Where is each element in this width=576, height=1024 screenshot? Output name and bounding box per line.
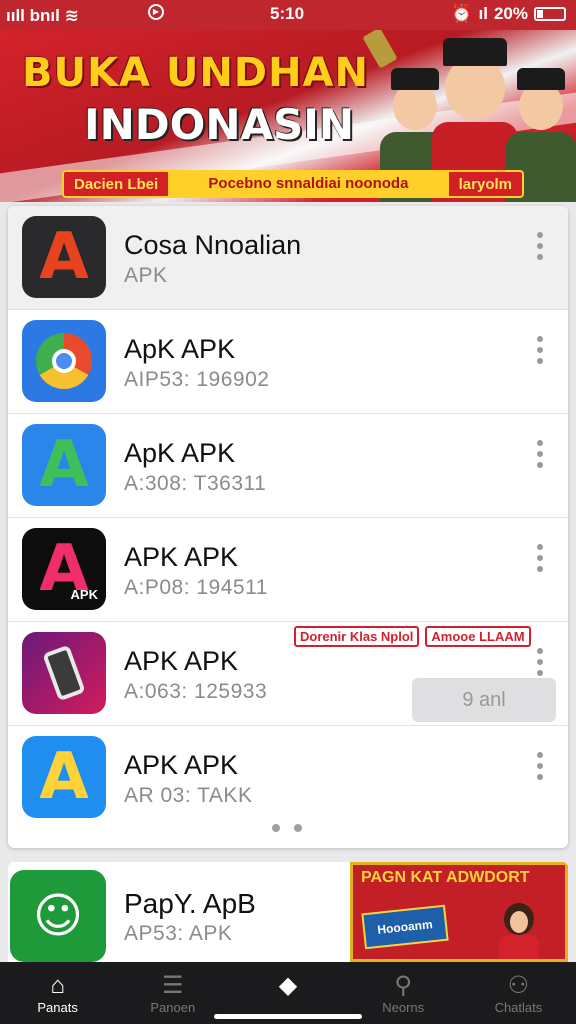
battery-percent: 20% xyxy=(493,4,528,23)
phone-icon xyxy=(22,632,106,714)
featured-title: PapY. ApB xyxy=(124,888,256,919)
home-icon: ⌂ xyxy=(50,972,65,999)
tag-chip[interactable]: Amooe LLAAM xyxy=(425,626,531,647)
banner-headline: BUKA UNDHAN xyxy=(22,50,369,96)
nav-label: Panoen xyxy=(150,1000,196,1015)
promo-thumbnail[interactable]: PAGN KAT ADWDORT Hoooanm xyxy=(350,862,568,962)
ribbon-middle: Pocebno snnaldiai noonoda xyxy=(168,172,449,196)
apk-badge: APK xyxy=(70,587,98,602)
a-green-icon: A xyxy=(22,424,106,506)
nav-profile[interactable]: ⚇ Chatlats xyxy=(461,962,576,1024)
more-options-icon[interactable] xyxy=(536,752,544,780)
mascot-app-icon: ☺ xyxy=(10,870,106,962)
list-item[interactable]: A ApK APK A:308: T36311 xyxy=(8,414,568,518)
app-title: APK APK xyxy=(124,750,239,780)
list-icon: ☰ xyxy=(162,972,184,999)
list-item[interactable]: A Cosa Nnoalian APK xyxy=(8,206,568,310)
nav-list[interactable]: ☰ Panoen xyxy=(115,962,230,1024)
girl-illustration xyxy=(499,903,539,959)
nav-label: Neorns xyxy=(382,1000,425,1015)
app-title: APK APK xyxy=(124,646,239,676)
app-subtitle: AR 03: TAKK xyxy=(124,784,253,807)
promo-banner[interactable]: BUKA UNDHAN INDONASIN Dacien Lbei Pocebn… xyxy=(0,30,576,202)
app-list: A Cosa Nnoalian APK ApK APK AIP53: 19690… xyxy=(8,206,568,848)
signal-indicator: ııll bnıl ≋ xyxy=(6,6,79,25)
status-bar: ııll bnıl ≋ ▶ 5:10 ⏰ ıl 20% xyxy=(0,0,576,30)
nav-label: Chatlats xyxy=(494,1000,543,1015)
a-logo-icon: A xyxy=(22,216,106,298)
app-subtitle: A:308: T36311 xyxy=(124,472,267,495)
more-options-icon[interactable] xyxy=(536,232,544,260)
more-options-icon[interactable] xyxy=(536,440,544,468)
promo-title: PAGN KAT ADWDORT xyxy=(361,869,530,886)
a-yellow-icon: A xyxy=(22,736,106,818)
more-options-icon[interactable] xyxy=(536,336,544,364)
featured-card[interactable]: ☺ PapY. ApB AP53: APK PAGN KAT ADWDORT H… xyxy=(8,862,568,962)
nav-label: Panats xyxy=(37,1000,78,1015)
page-indicator xyxy=(272,824,302,832)
app-title: APK APK xyxy=(124,542,239,572)
app-title: Cosa Nnoalian xyxy=(124,230,302,260)
list-item[interactable]: ApK APK AIP53: 196902 xyxy=(8,310,568,414)
ghost-button[interactable]: 9 anl xyxy=(412,678,556,722)
profile-icon: ⚇ xyxy=(507,972,530,999)
app-subtitle: A:P08: 194511 xyxy=(124,576,268,599)
battery-icon xyxy=(534,7,566,21)
app-subtitle: A:063: 125933 xyxy=(124,680,268,703)
status-right: ⏰ ıl 20% xyxy=(451,4,566,24)
app-title: ApK APK xyxy=(124,334,236,364)
alarm-icon: ⏰ xyxy=(451,4,473,23)
more-options-icon[interactable] xyxy=(536,544,544,572)
clock: 5:10 xyxy=(270,4,305,23)
nav-home[interactable]: ⌂ Panats xyxy=(0,962,115,1024)
ribbon-left: Dacien Lbei xyxy=(74,175,159,193)
list-item[interactable]: A APK APK APK A:P08: 194511 xyxy=(8,518,568,622)
promo-sign: Hoooanm xyxy=(361,904,449,950)
signal-bars-icon: ıl xyxy=(478,4,488,23)
search-icon: ⚲ xyxy=(394,972,412,999)
featured-subtitle: AP53: APK xyxy=(124,922,233,945)
home-indicator[interactable] xyxy=(214,1014,362,1019)
ribbon-right: laryolm xyxy=(458,175,512,193)
banner-subheadline: INDONASIN xyxy=(84,100,355,149)
nav-search[interactable]: ⚲ Neorns xyxy=(346,962,461,1024)
app-title: ApK APK xyxy=(124,438,236,468)
apps-icon: ◆ xyxy=(278,972,298,999)
app-subtitle: APK xyxy=(124,264,168,287)
app-subtitle: AIP53: 196902 xyxy=(124,368,270,391)
tag-chip[interactable]: Dorenir Klas Nplol xyxy=(294,626,420,647)
chrome-icon xyxy=(22,320,106,402)
list-item[interactable]: A APK APK AR 03: TAKK xyxy=(8,726,568,830)
tag-group: Dorenir Klas Nplol Amooe LLAAM xyxy=(294,626,531,647)
banner-ribbon: Dacien Lbei Pocebno snnaldiai noonoda la… xyxy=(62,170,524,198)
media-icon: ▶ xyxy=(148,4,164,20)
more-options-icon[interactable] xyxy=(536,648,544,676)
a-apk-icon: A APK xyxy=(22,528,106,610)
